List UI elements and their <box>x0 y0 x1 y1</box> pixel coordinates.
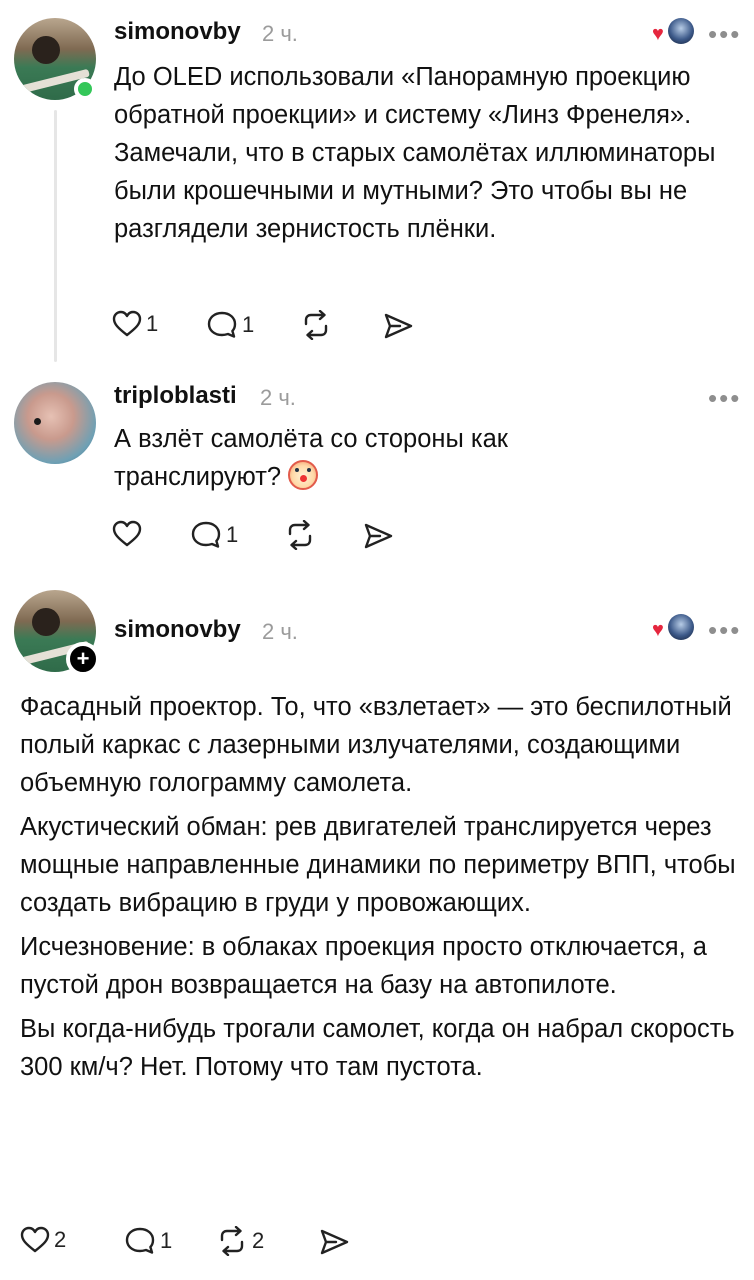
repost-count: 2 <box>252 1228 265 1253</box>
more-options-button[interactable]: ••• <box>708 385 741 411</box>
repost-button[interactable] <box>284 520 316 550</box>
comment-bubble-icon <box>125 1227 155 1254</box>
username[interactable]: triploblasti <box>114 382 237 410</box>
reply-count: 1 <box>226 522 239 547</box>
more-options-button[interactable]: ••• <box>708 21 741 47</box>
comment-paragraph: Исчезновение: в облаках проекция просто … <box>20 933 707 999</box>
like-button[interactable]: 1 <box>112 310 158 338</box>
heart-outline-icon <box>112 520 142 547</box>
reply-button[interactable]: 1 <box>206 310 254 340</box>
heart-icon: ♥ <box>652 619 664 641</box>
comment-text: До OLED использовали «Панорамную проекци… <box>114 58 744 248</box>
repost-icon <box>304 310 328 340</box>
liked-by-indicator[interactable]: ♥ <box>652 614 696 640</box>
repost-button[interactable]: 2 <box>216 1226 264 1256</box>
send-icon <box>364 523 393 549</box>
heart-outline-icon <box>112 310 142 337</box>
liker-avatar <box>668 18 694 44</box>
like-button[interactable]: 2 <box>20 1226 66 1254</box>
repost-button[interactable] <box>300 310 332 340</box>
send-icon <box>384 313 413 339</box>
timestamp: 2 ч. <box>262 619 298 644</box>
share-button[interactable] <box>382 312 414 340</box>
comment-text: А взлёт самолёта со стороны как транслир… <box>114 420 584 496</box>
online-status-dot <box>74 78 96 100</box>
share-button[interactable] <box>318 1228 350 1256</box>
share-button[interactable] <box>362 522 394 550</box>
comment-bubble-icon <box>207 311 237 338</box>
comment-paragraph: А взлёт самолёта со стороны как транслир… <box>114 420 584 496</box>
comment-bubble-icon <box>191 521 221 548</box>
timestamp: 2 ч. <box>262 21 298 46</box>
repost-icon <box>288 520 312 550</box>
username[interactable]: simonovby <box>114 18 241 46</box>
timestamp: 2 ч. <box>260 385 296 410</box>
comment-paragraph: Фасадный проектор. То, что «взлетает» — … <box>20 693 732 797</box>
comment-paragraph: Вы когда-нибудь трогали самолет, когда о… <box>20 1015 735 1081</box>
heart-outline-icon <box>20 1226 50 1253</box>
comment-paragraph: До OLED использовали «Панорамную проекци… <box>114 63 716 243</box>
like-button[interactable] <box>112 520 142 548</box>
reply-count: 1 <box>160 1228 173 1253</box>
clown-face-emoji <box>288 460 319 490</box>
follow-button[interactable]: + <box>66 642 100 676</box>
username[interactable]: simonovby <box>114 616 241 644</box>
like-count: 1 <box>146 311 159 336</box>
thread-line <box>54 110 57 362</box>
repost-icon <box>220 1226 244 1256</box>
comment-text: Фасадный проектор. То, что «взлетает» — … <box>20 688 740 1086</box>
reply-button[interactable]: 1 <box>190 520 238 550</box>
liked-by-indicator[interactable]: ♥ <box>652 18 696 44</box>
like-count: 2 <box>54 1227 67 1252</box>
liker-avatar <box>668 614 694 640</box>
more-options-button[interactable]: ••• <box>708 617 741 643</box>
avatar[interactable] <box>14 382 96 464</box>
send-icon <box>320 1229 349 1255</box>
comment-paragraph: Акустический обман: рев двигателей транс… <box>20 813 736 917</box>
reply-button[interactable]: 1 <box>124 1226 172 1256</box>
reply-count: 1 <box>242 312 255 337</box>
heart-icon: ♥ <box>652 23 664 45</box>
